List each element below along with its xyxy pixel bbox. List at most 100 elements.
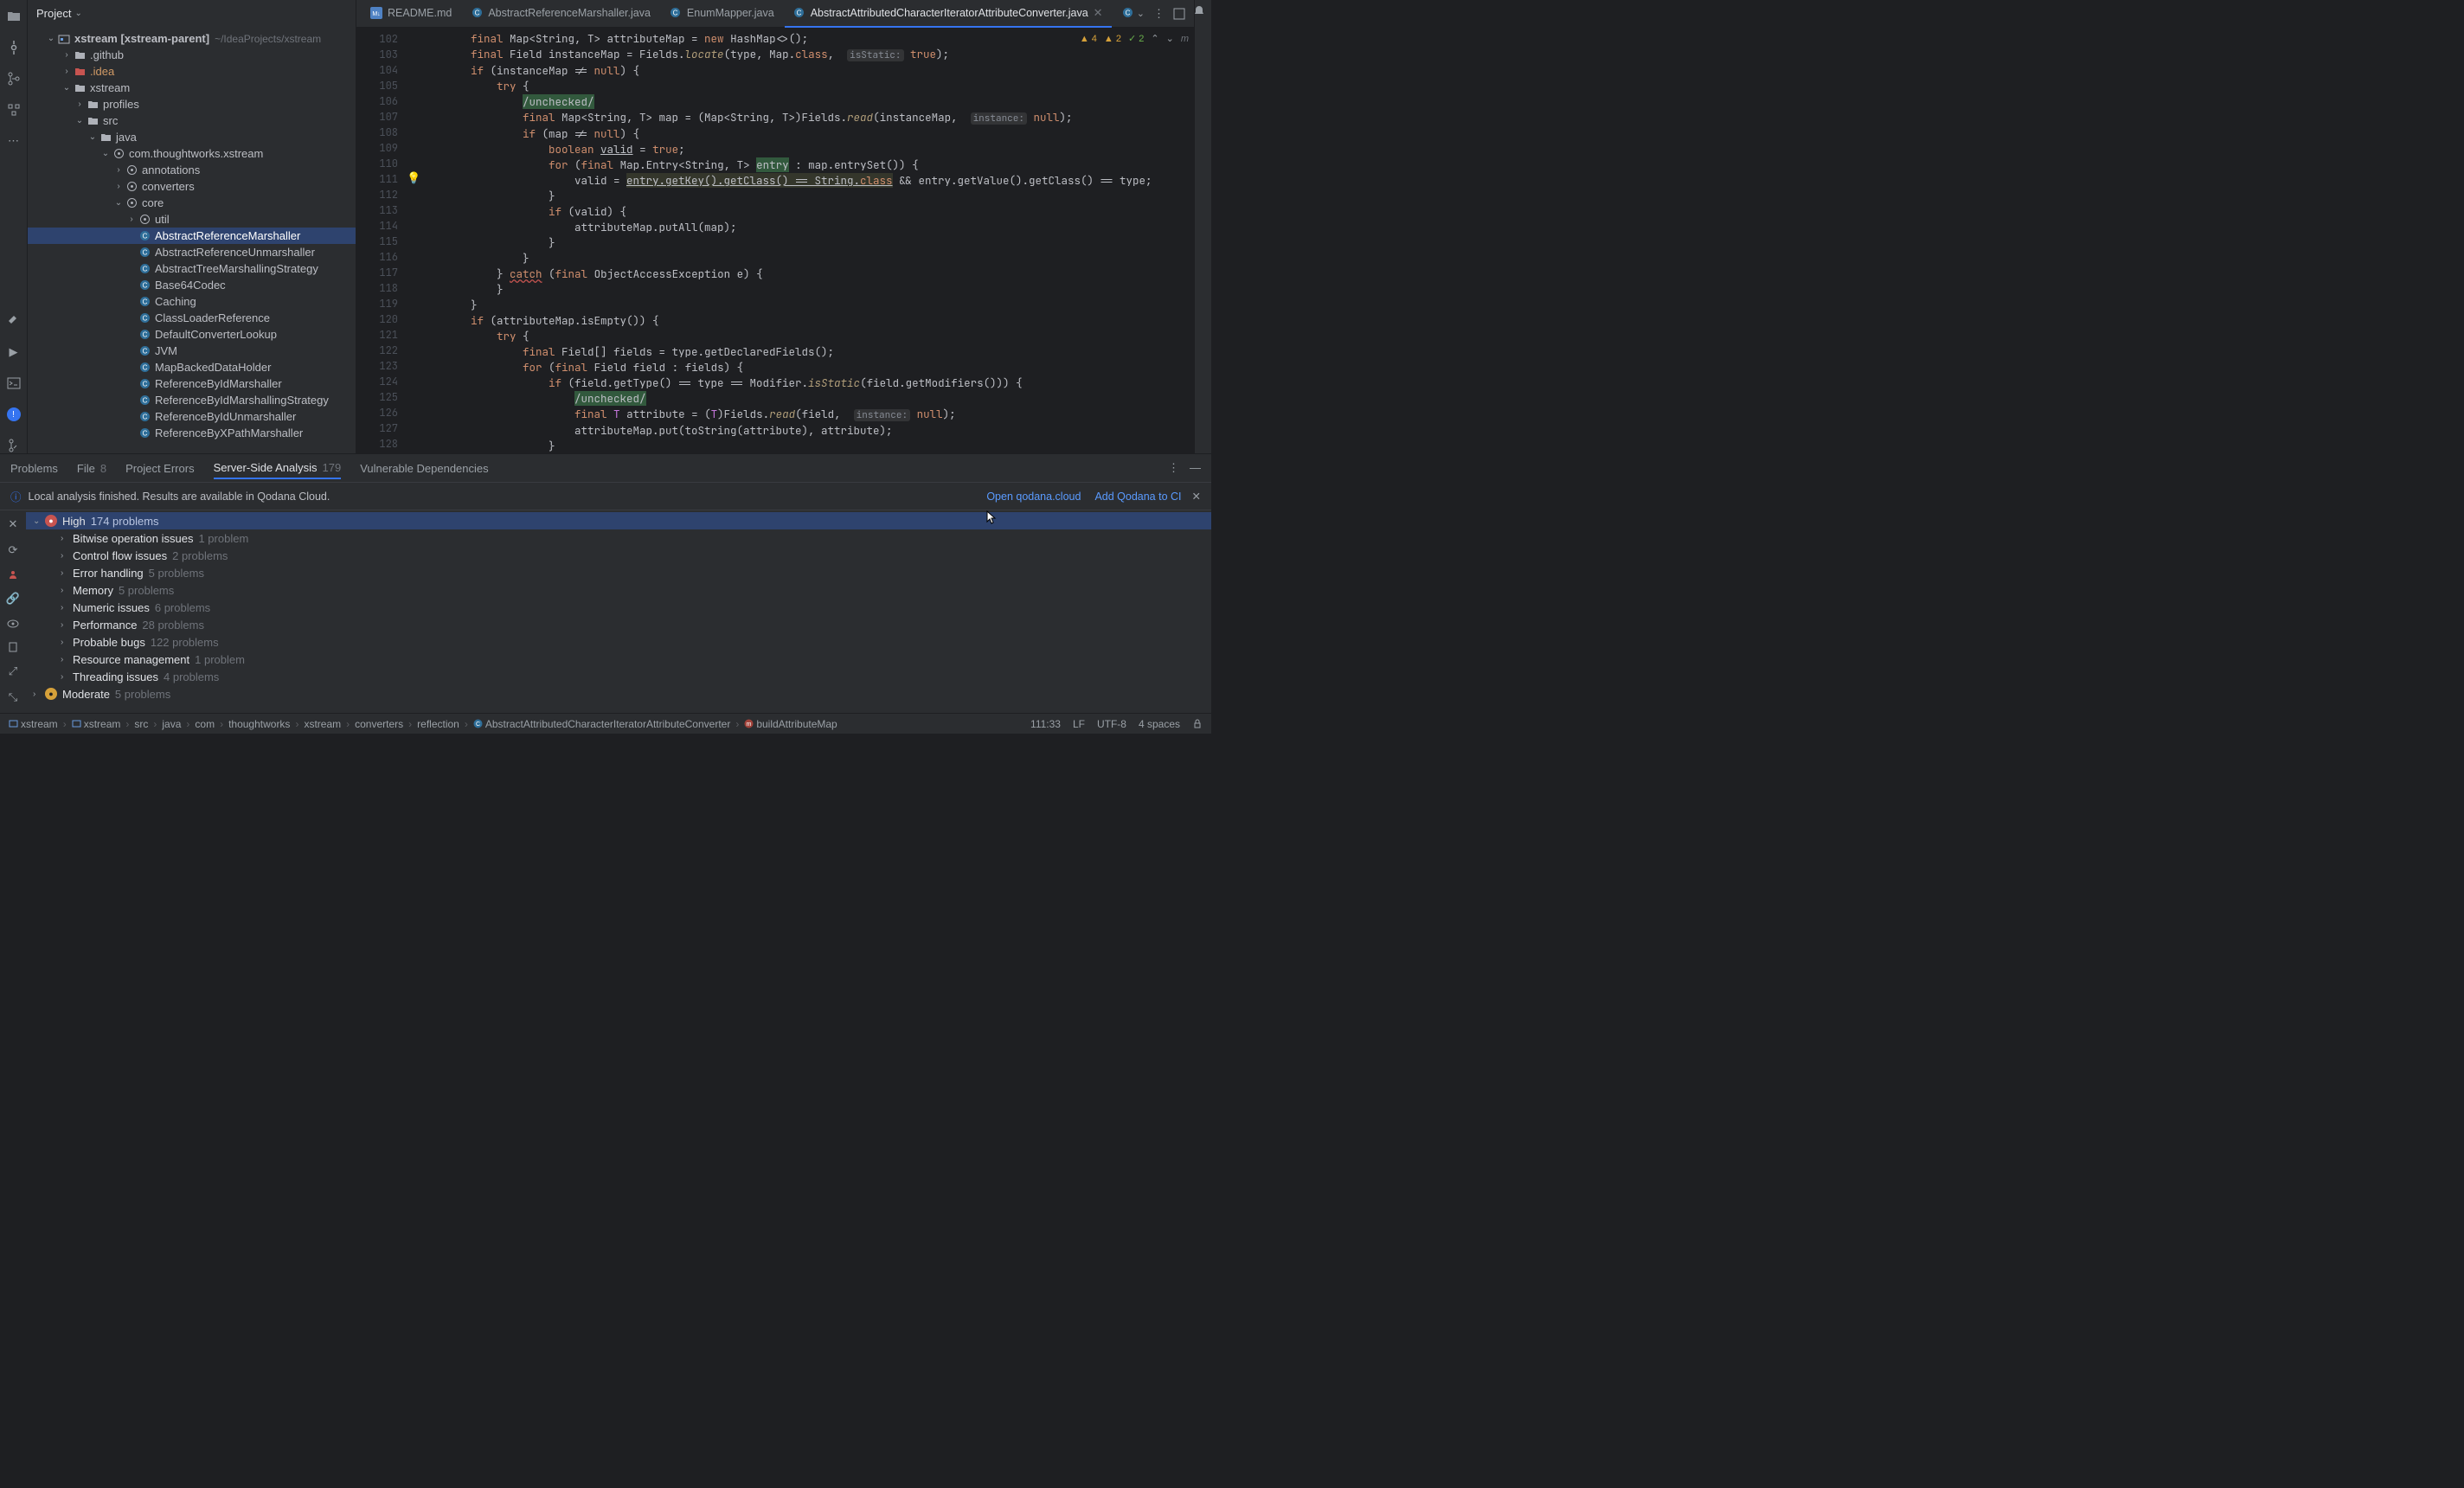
sidebar-header[interactable]: Project ⌄: [28, 0, 356, 27]
bottom-tab[interactable]: Problems: [10, 458, 58, 479]
link-icon[interactable]: 🔗: [6, 592, 20, 606]
tree-item[interactable]: ›profiles: [28, 96, 356, 112]
tree-item[interactable]: ⌄src: [28, 112, 356, 129]
breadcrumb-item[interactable]: CAbstractAttributedCharacterIteratorAttr…: [473, 718, 730, 730]
tree-root[interactable]: ⌄ xstream [xstream-parent] ~/IdeaProject…: [28, 30, 356, 47]
tree-item[interactable]: CCaching: [28, 293, 356, 310]
tree-item[interactable]: ⌄com.thoughtworks.xstream: [28, 145, 356, 162]
severity-high-group[interactable]: ⌄ ● High 174 problems: [26, 512, 1211, 529]
inspection-strip[interactable]: ▲ 4 ▲ 2 ✓ 2 ⌃ ⌄ m: [1080, 33, 1189, 44]
problem-category[interactable]: ›Error handling5 problems: [52, 564, 1211, 581]
breadcrumb-item[interactable]: converters: [355, 718, 403, 730]
tree-item[interactable]: CDefaultConverterLookup: [28, 326, 356, 343]
tree-item[interactable]: ⌄java: [28, 129, 356, 145]
bottom-tab[interactable]: Server-Side Analysis179: [214, 461, 342, 479]
problem-category[interactable]: ›Control flow issues2 problems: [52, 547, 1211, 564]
breadcrumb-item[interactable]: xstream: [304, 718, 341, 730]
breadcrumb-item[interactable]: thoughtworks: [228, 718, 290, 730]
problem-category[interactable]: ›Performance28 problems: [52, 616, 1211, 633]
bp-minimize-icon[interactable]: —: [1190, 461, 1201, 475]
tree-item[interactable]: ›.github: [28, 47, 356, 63]
run-tool-icon[interactable]: ▶: [6, 344, 22, 360]
close-tab-icon[interactable]: ✕: [9, 517, 18, 531]
intention-bulb-icon[interactable]: 💡: [407, 171, 420, 185]
tree-item[interactable]: ›annotations: [28, 162, 356, 178]
tree-item[interactable]: CBase64Codec: [28, 277, 356, 293]
tabs-more-icon[interactable]: ⋮: [1153, 7, 1165, 21]
open-qodana-link[interactable]: Open qodana.cloud: [986, 491, 1081, 503]
tree-item[interactable]: CReferenceByXPathMarshaller: [28, 425, 356, 441]
breadcrumb-item[interactable]: java: [162, 718, 181, 730]
problem-category[interactable]: ›Probable bugs122 problems: [52, 633, 1211, 651]
vcs-tool-icon[interactable]: [6, 71, 22, 87]
problems-tool-icon[interactable]: !: [6, 407, 22, 422]
breadcrumb-item[interactable]: com: [195, 718, 215, 730]
insp-up-icon[interactable]: ⌃: [1151, 33, 1158, 44]
tree-item[interactable]: ⌄xstream: [28, 80, 356, 96]
person-icon[interactable]: [8, 569, 18, 580]
tree-item[interactable]: ›util: [28, 211, 356, 228]
expand-icon[interactable]: ⤢: [9, 664, 17, 678]
tree-item[interactable]: CJVM: [28, 343, 356, 359]
code-editor[interactable]: ▲ 4 ▲ 2 ✓ 2 ⌃ ⌄ m 102 103 104 105 106 10…: [356, 28, 1194, 453]
breadcrumb-item[interactable]: xstream: [72, 718, 121, 730]
problem-category[interactable]: ›Bitwise operation issues1 problem: [52, 529, 1211, 547]
editor-tab[interactable]: CAbstractJso: [1113, 0, 1135, 28]
close-tab-icon[interactable]: ✕: [1094, 6, 1103, 20]
tree-item[interactable]: CAbstractReferenceMarshaller: [28, 228, 356, 244]
structure-tool-icon[interactable]: [6, 102, 22, 118]
tabs-expand-icon[interactable]: [1173, 8, 1185, 20]
tree-item[interactable]: CMapBackedDataHolder: [28, 359, 356, 375]
collapse-icon[interactable]: ⤡: [9, 690, 17, 704]
editor-tab[interactable]: CEnumMapper.java: [661, 0, 783, 28]
code-content[interactable]: final Map<String, T> attributeMap = new …: [419, 28, 1194, 453]
tree-item[interactable]: CReferenceByIdMarshallingStrategy: [28, 392, 356, 408]
readonly-lock-icon[interactable]: [1192, 718, 1203, 730]
more-tool-icon[interactable]: ⋯: [6, 133, 22, 149]
svg-text:C: C: [142, 233, 147, 241]
encoding[interactable]: UTF-8: [1097, 718, 1126, 730]
editor-tab[interactable]: CAbstractAttributedCharacterIteratorAttr…: [785, 0, 1112, 28]
breadcrumb-item[interactable]: xstream: [9, 718, 58, 730]
bp-more-icon[interactable]: ⋮: [1168, 461, 1179, 475]
tree-item[interactable]: ⌄core: [28, 195, 356, 211]
breadcrumb-item[interactable]: reflection: [417, 718, 459, 730]
tabs-dropdown-icon[interactable]: ⌄: [1137, 8, 1145, 19]
line-ending[interactable]: LF: [1073, 718, 1085, 730]
problem-category[interactable]: ›Resource management1 problem: [52, 651, 1211, 668]
git-tool-icon[interactable]: [6, 438, 22, 453]
tree-item[interactable]: CAbstractReferenceUnmarshaller: [28, 244, 356, 260]
eye-icon[interactable]: [7, 618, 19, 630]
bottom-tab[interactable]: File8: [77, 458, 106, 479]
severity-moderate-group[interactable]: › ● Moderate 5 problems: [26, 685, 1211, 702]
bottom-tab[interactable]: Project Errors: [125, 458, 194, 479]
build-tool-icon[interactable]: [6, 313, 22, 329]
tree-item[interactable]: ›converters: [28, 178, 356, 195]
editor-tab[interactable]: M↓README.md: [362, 0, 460, 28]
add-qodana-ci-link[interactable]: Add Qodana to CI: [1094, 491, 1181, 503]
tree-item[interactable]: ›.idea: [28, 63, 356, 80]
tree-item[interactable]: CReferenceByIdUnmarshaller: [28, 408, 356, 425]
doc-icon[interactable]: [8, 642, 18, 652]
tree-item[interactable]: CReferenceByIdMarshaller: [28, 375, 356, 392]
refresh-icon[interactable]: ⟳: [9, 543, 18, 557]
commit-tool-icon[interactable]: [6, 40, 22, 55]
problem-category[interactable]: ›Memory5 problems: [52, 581, 1211, 599]
tree-item[interactable]: CClassLoaderReference: [28, 310, 356, 326]
bottom-tab[interactable]: Vulnerable Dependencies: [360, 458, 488, 479]
editor-tab[interactable]: CAbstractReferenceMarshaller.java: [462, 0, 659, 28]
breadcrumb-item[interactable]: mbuildAttributeMap: [744, 718, 837, 730]
tree-item[interactable]: CAbstractTreeMarshallingStrategy: [28, 260, 356, 277]
project-tool-icon[interactable]: [6, 9, 22, 24]
problem-category[interactable]: ›Threading issues4 problems: [52, 668, 1211, 685]
breadcrumb-item[interactable]: src: [134, 718, 148, 730]
breadcrumb[interactable]: xstream›xstream›src›java›com›thoughtwork…: [9, 718, 837, 730]
cursor-position[interactable]: 111:33: [1030, 718, 1061, 730]
problem-category[interactable]: ›Numeric issues6 problems: [52, 599, 1211, 616]
indent[interactable]: 4 spaces: [1139, 718, 1180, 730]
insp-down-icon[interactable]: ⌄: [1166, 33, 1174, 44]
terminal-tool-icon[interactable]: [6, 375, 22, 391]
notice-close-icon[interactable]: ✕: [1192, 490, 1201, 503]
reader-mode-icon[interactable]: m: [1181, 34, 1189, 44]
notifications-icon[interactable]: [1193, 5, 1210, 17]
